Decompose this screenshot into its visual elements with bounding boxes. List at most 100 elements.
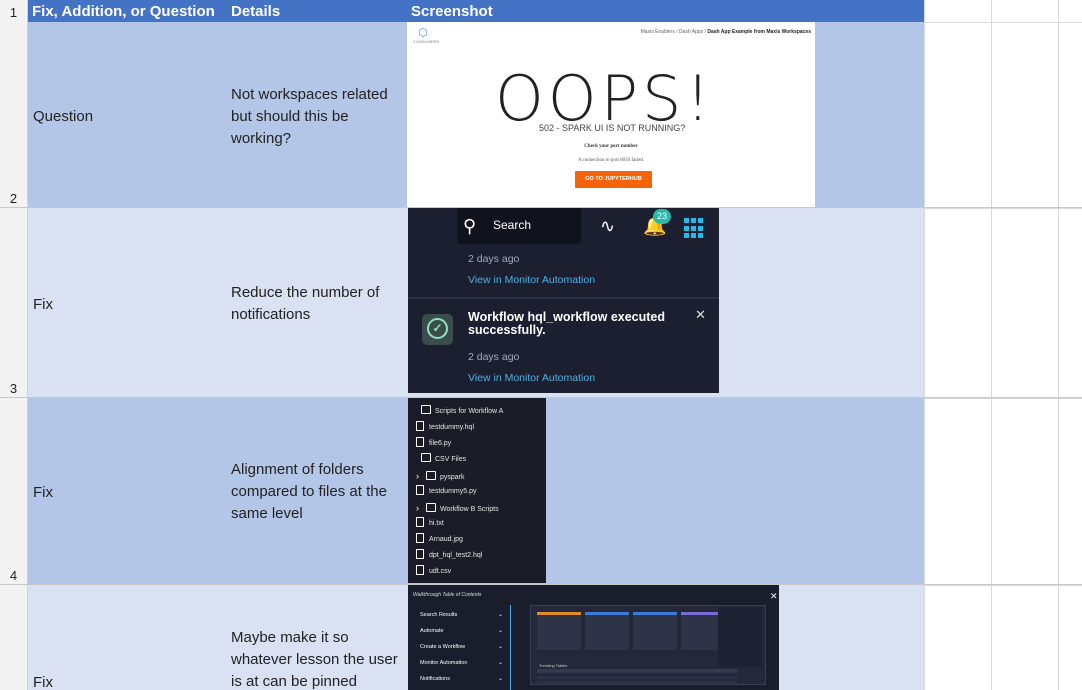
tree-folder[interactable]: › Workflow B Scripts [416, 501, 499, 515]
header-type-label: Fix, Addition, or Question [32, 3, 215, 20]
row-header-2[interactable]: 2 [0, 22, 28, 208]
tree-label: Scripts for Workflow A [435, 408, 504, 415]
preview-sidebar [718, 607, 762, 667]
notification-time: 2 days ago [468, 253, 520, 265]
spreadsheet: 1 2 3 4 5 Fix, Addition, or Question Det… [0, 0, 1082, 690]
breadcrumb-path: Maxis Enablers / Dash Apps / [640, 29, 708, 35]
menu-item[interactable]: Monitor Automation ⌄ [413, 655, 508, 671]
row-number: 4 [9, 568, 18, 583]
row-header-4[interactable]: 4 [0, 398, 28, 585]
apps-grid-icon[interactable] [684, 218, 705, 239]
menu-label: Notifications [420, 676, 450, 682]
chevron-down-icon: ⌄ [497, 660, 503, 666]
preview-card [585, 612, 629, 650]
file-icon [416, 517, 424, 527]
folder-icon [426, 471, 436, 480]
oops-headline: OOPS! [495, 62, 715, 135]
notifications-screenshot[interactable]: ⚲ Search ∿ 🔔 23 2 days ago View in Monit… [408, 208, 719, 393]
details-cell: Not workspaces related but should this b… [231, 86, 388, 147]
search-box[interactable]: ⚲ Search [457, 208, 581, 244]
activity-icon[interactable]: ∿ [600, 216, 615, 237]
scroll-indicator [510, 605, 511, 690]
search-label: Search [493, 218, 532, 232]
tree-label: CSV Files [435, 456, 467, 463]
details-cell: Reduce the number of notifications [231, 284, 380, 323]
file-icon [416, 437, 424, 447]
table-row-placeholder [537, 676, 737, 679]
file-icon [416, 565, 424, 575]
menu-item[interactable]: Create a Workflow ⌄ [413, 639, 508, 655]
row-header-5[interactable]: 5 [0, 585, 28, 690]
header-cell-screenshot[interactable]: Screenshot [407, 0, 924, 22]
monitor-automation-link[interactable]: View in Monitor Automation [468, 274, 595, 286]
grid-line [924, 0, 925, 690]
tree-file[interactable]: udt.csv [416, 565, 451, 579]
file-icon [416, 533, 424, 543]
folder-icon [421, 405, 431, 414]
tree-label: file6.py [429, 440, 452, 447]
cube-logo-icon: ⬡ CONSUMERS [413, 27, 440, 44]
file-icon [416, 421, 424, 431]
menu-item[interactable]: Search Results ⌄ [413, 607, 508, 623]
jupyterhub-button[interactable]: GO TO JUPYTERHUB [575, 171, 652, 188]
tree-label: dpt_hql_test2.hql [429, 552, 483, 559]
menu-label: Search Results [420, 612, 458, 618]
tree-file[interactable]: file6.py [416, 437, 451, 451]
menu-item[interactable]: Automate ⌄ [413, 623, 508, 639]
breadcrumb: Maxis Enablers / Dash Apps / Dash App Ex… [641, 29, 811, 35]
chevron-down-icon: ⌄ [497, 644, 503, 650]
row-header-3[interactable]: 3 [0, 208, 28, 398]
check-circle-icon: ✓ [422, 314, 453, 345]
grid-line [991, 0, 992, 690]
chevron-down-icon: ⌄ [497, 676, 503, 682]
header-details-label: Details [231, 3, 281, 20]
folder-icon [421, 453, 431, 462]
chevron-right-icon[interactable]: › [416, 469, 426, 483]
header-cell-type[interactable]: Fix, Addition, or Question [28, 0, 227, 22]
file-icon [416, 549, 424, 559]
grid-line [924, 208, 1082, 209]
type-cell: Question [33, 108, 94, 125]
oops-screenshot[interactable]: ⬡ CONSUMERS Maxis Enablers / Dash Apps / … [407, 22, 815, 207]
trending-tables-label: Trending Tables [539, 663, 568, 668]
tree-folder[interactable]: CSV Files [421, 453, 466, 467]
walkthrough-title: Walkthrough Table of Contents [413, 592, 482, 598]
grid-line [924, 585, 1082, 586]
header-cell-details[interactable]: Details [227, 0, 407, 22]
chevron-down-icon: ⌄ [497, 628, 503, 634]
details-cell: Alignment of folders compared to files a… [231, 461, 387, 522]
close-icon[interactable]: ✕ [695, 307, 706, 323]
menu-label: Monitor Automation [420, 660, 468, 666]
type-cell: Fix [33, 674, 53, 690]
monitor-automation-link[interactable]: View in Monitor Automation [468, 372, 595, 384]
tree-label: udt.csv [429, 568, 452, 575]
menu-item[interactable]: Notifications ⌄ [413, 671, 508, 687]
row-number: 3 [9, 381, 18, 396]
table-header-bar [537, 669, 737, 673]
tree-file[interactable]: Arnaud.jpg [416, 533, 463, 547]
tree-file[interactable]: hi.txt [416, 517, 444, 531]
tree-folder[interactable]: Scripts for Workflow A [421, 405, 503, 419]
tree-file[interactable]: testdummy5.py [416, 485, 476, 499]
breadcrumb-current: Dash App Example from Maxis Workspaces [707, 29, 811, 35]
search-icon: ⚲ [463, 216, 477, 236]
file-tree-screenshot[interactable]: Scripts for Workflow A testdummy.hql fil… [408, 398, 546, 583]
preview-card [537, 612, 581, 650]
table-row-placeholder [537, 681, 737, 684]
details-cell: Maybe make it so whatever lesson the use… [231, 629, 398, 690]
walkthrough-menu: Search Results ⌄ Automate ⌄ Create a Workf… [413, 607, 508, 687]
notification-count-badge: 23 [653, 209, 671, 224]
row-header-1[interactable]: 1 [0, 0, 28, 22]
close-icon[interactable]: ✕ [770, 591, 778, 602]
tree-label: hi.txt [429, 520, 444, 527]
walkthrough-screenshot[interactable]: Walkthrough Table of Contents ✕ Search R… [408, 585, 779, 690]
tree-file[interactable]: dpt_hql_test2.hql [416, 549, 482, 563]
type-cell: Fix [33, 296, 53, 313]
tree-file[interactable]: testdummy.hql [416, 421, 474, 435]
tree-folder[interactable]: › pyspark [416, 469, 465, 483]
chevron-right-icon[interactable]: › [416, 501, 426, 515]
error-message: 502 - SPARK UI IS NOT RUNNING? [536, 123, 689, 133]
menu-label: Automate [420, 628, 444, 634]
grid-line [1058, 0, 1059, 690]
connection-text: A connection to port 8050 failed. [577, 158, 645, 163]
